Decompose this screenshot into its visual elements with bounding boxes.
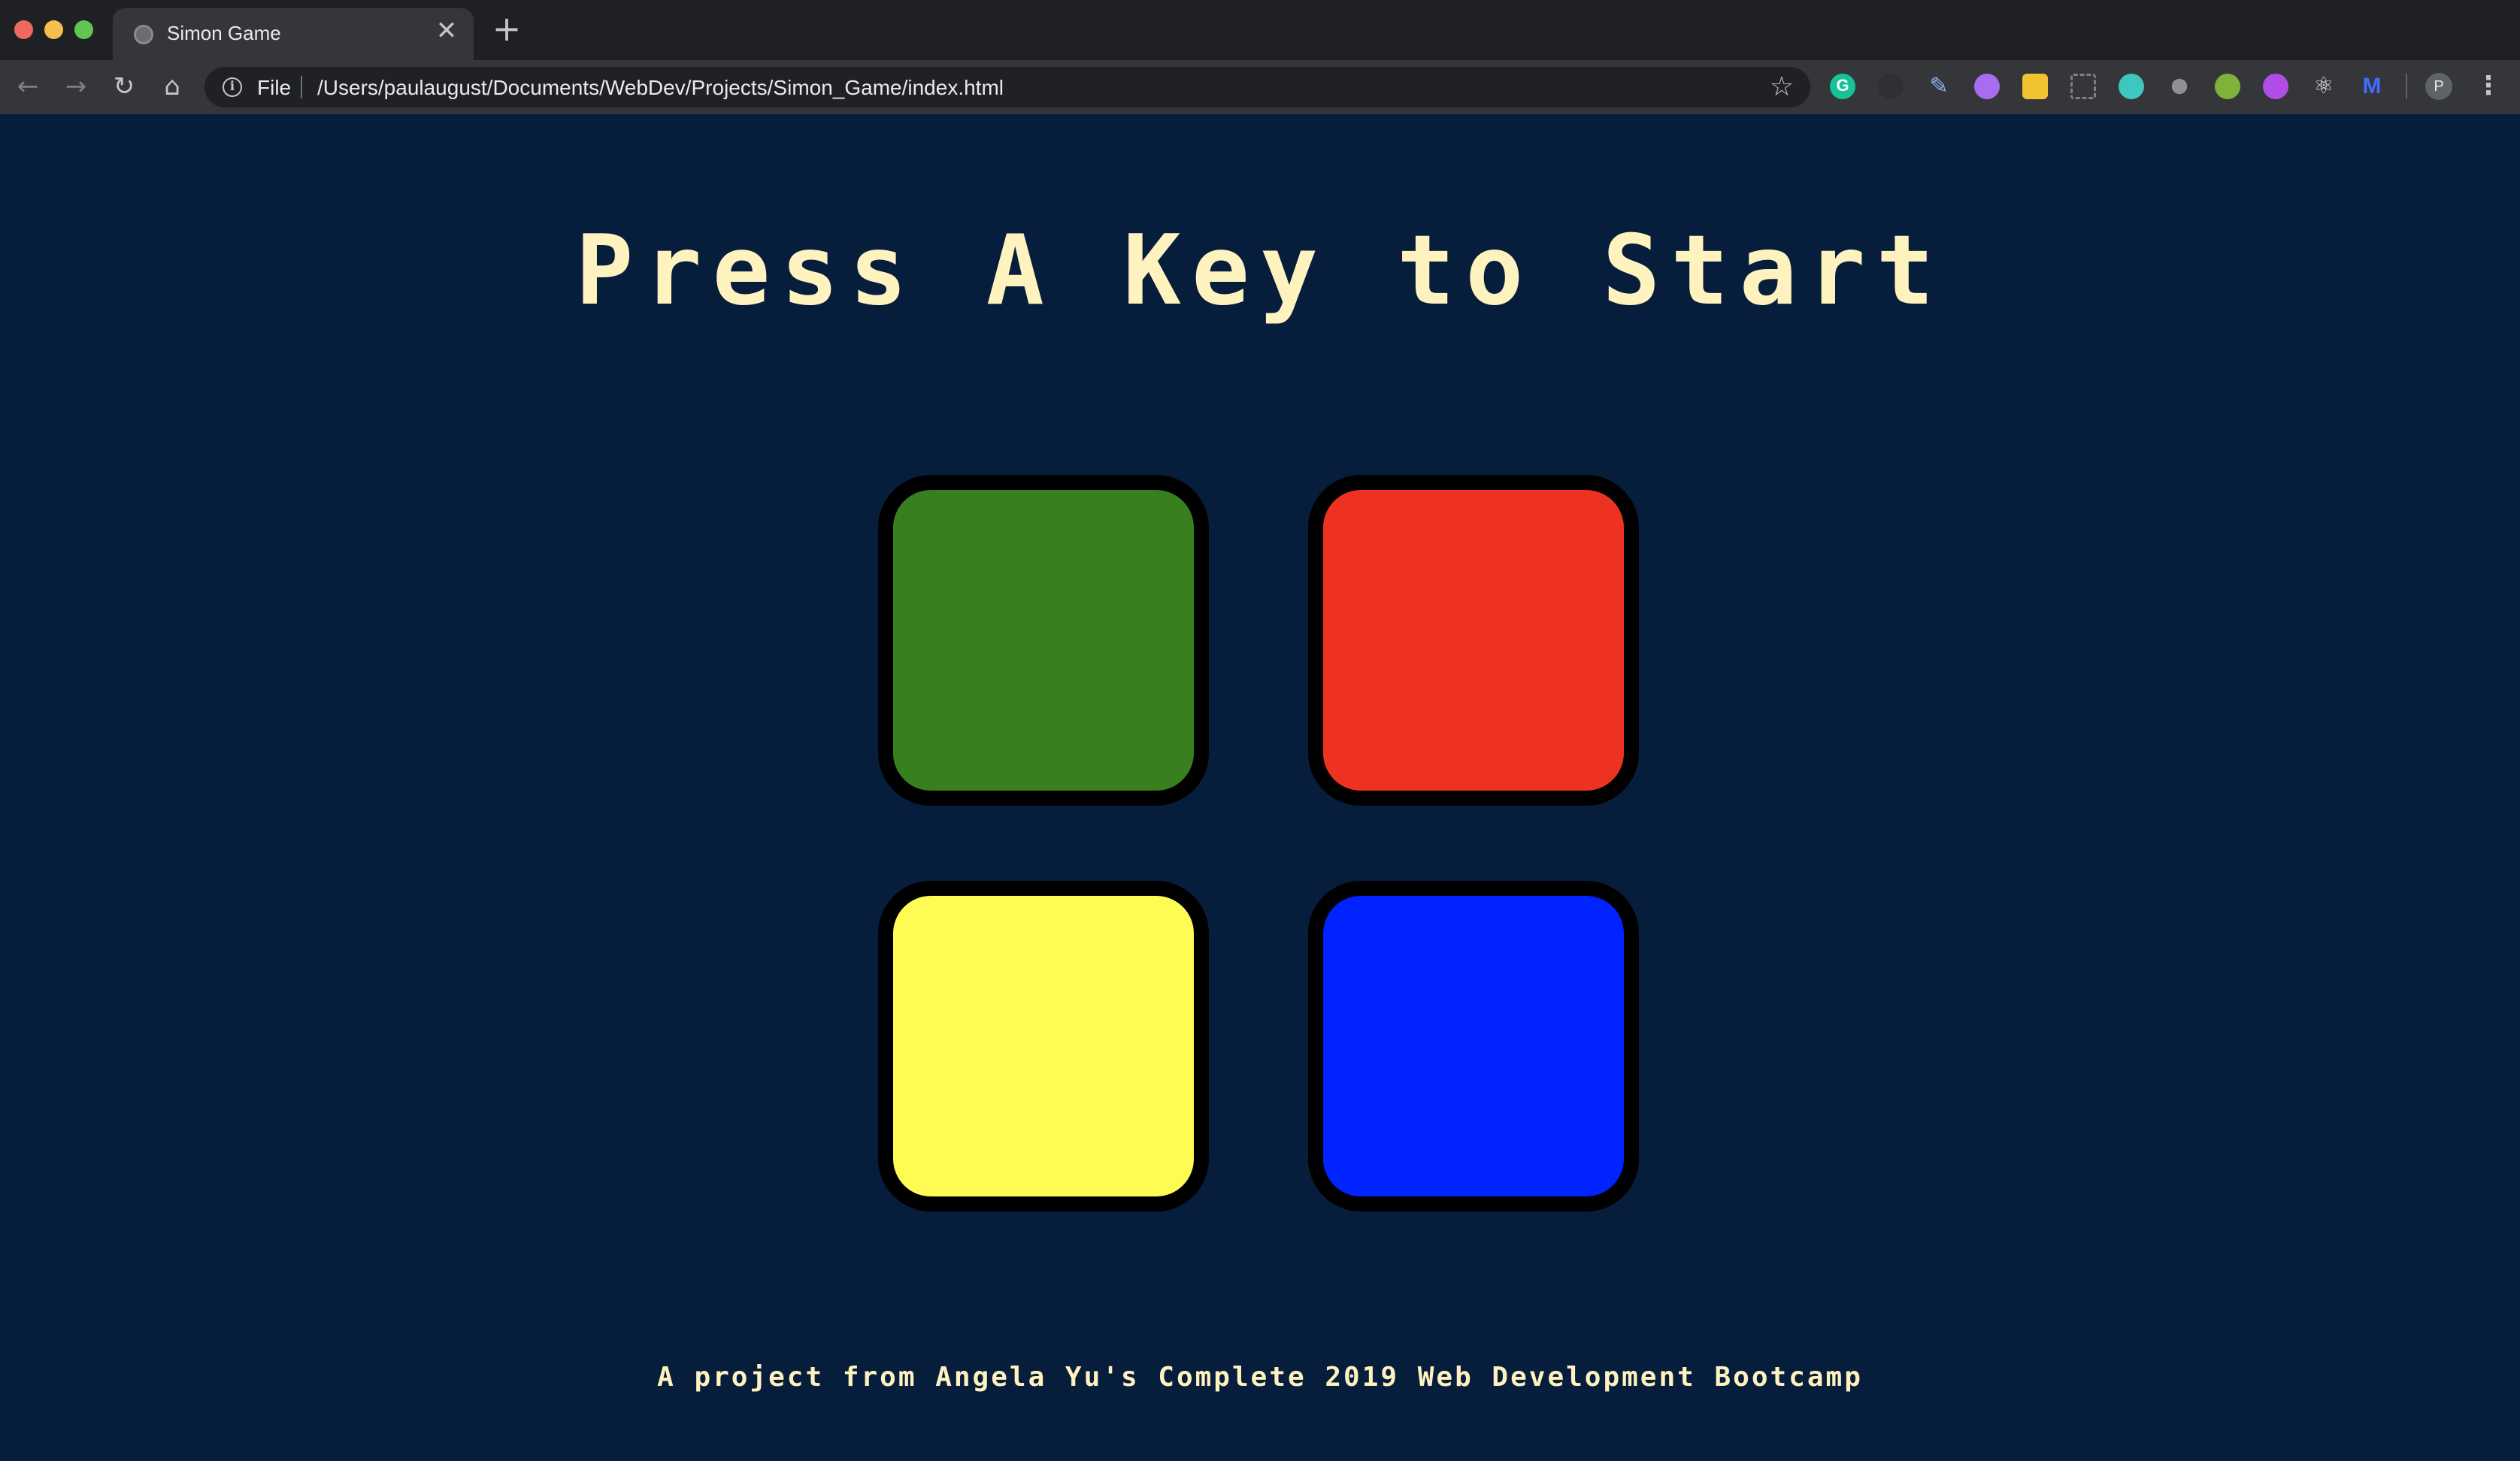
- tab-simon-game[interactable]: Simon Game ✕: [113, 8, 474, 60]
- react-devtools-icon[interactable]: ⚛: [2311, 74, 2337, 99]
- browser-menu-icon[interactable]: ⋮: [2473, 71, 2503, 101]
- close-icon[interactable]: ✕: [435, 18, 459, 44]
- minimize-window-button[interactable]: [44, 20, 63, 39]
- close-window-button[interactable]: [14, 20, 33, 39]
- tab-title: Simon Game: [167, 22, 281, 44]
- home-button[interactable]: ⌂: [155, 69, 189, 104]
- dark-extension-icon[interactable]: [1878, 74, 1904, 99]
- bookmark-star-icon[interactable]: ☆: [1770, 71, 1794, 103]
- purple-extension-icon[interactable]: [1974, 74, 2000, 99]
- url-text[interactable]: /Users/paulaugust/Documents/WebDev/Proje…: [317, 76, 1004, 100]
- maximize-window-button[interactable]: [74, 20, 93, 39]
- reload-button[interactable]: ↻: [107, 69, 141, 104]
- footer-credit: A project from Angela Yu's Complete 2019…: [657, 1362, 1863, 1393]
- url-scheme-label: File: [257, 76, 292, 99]
- info-icon[interactable]: i: [223, 77, 242, 97]
- grammarly-icon[interactable]: [1830, 74, 1855, 99]
- new-tab-button[interactable]: +: [492, 11, 522, 46]
- grey-extension-icon[interactable]: [2171, 78, 2188, 95]
- level-title: Press A Key to Start: [575, 215, 1945, 327]
- toolbar-separator: [2406, 74, 2407, 99]
- green-button[interactable]: [878, 475, 1209, 806]
- globe-icon: [134, 25, 153, 44]
- violet-extension-icon[interactable]: [2263, 74, 2288, 99]
- screenshot-frame-icon[interactable]: [2070, 74, 2096, 99]
- tab-strip: Simon Game ✕ +: [0, 0, 2520, 60]
- red-button[interactable]: [1308, 475, 1639, 806]
- address-bar[interactable]: i File /Users/paulaugust/Documents/WebDe…: [204, 67, 1810, 107]
- yellow-button[interactable]: [878, 881, 1209, 1211]
- blue-button[interactable]: [1308, 881, 1639, 1211]
- m-extension-icon[interactable]: M: [2359, 74, 2385, 99]
- teal-extension-icon[interactable]: [2119, 74, 2144, 99]
- profile-avatar[interactable]: P: [2425, 73, 2452, 100]
- forward-button[interactable]: →: [59, 69, 93, 104]
- address-separator: [301, 76, 302, 98]
- pen-icon[interactable]: ✎: [1926, 74, 1952, 99]
- back-button[interactable]: ←: [11, 69, 45, 104]
- tree-icon[interactable]: [2215, 74, 2240, 99]
- game-page: Press A Key to Start A project from Ange…: [0, 114, 2520, 1461]
- notes-icon[interactable]: [2022, 74, 2048, 99]
